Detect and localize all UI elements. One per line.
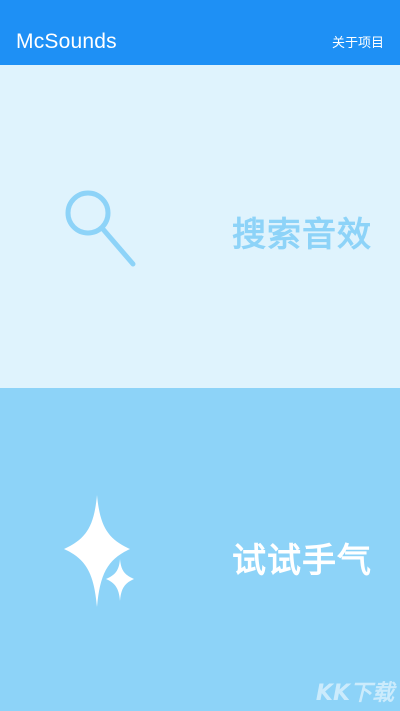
app-title: McSounds — [16, 29, 117, 53]
app-screen: McSounds 关于项目 搜索音效 试试手气 KK下载 — [0, 0, 400, 711]
status-bar — [0, 0, 400, 18]
sparkle-icon — [64, 495, 136, 607]
search-icon — [60, 185, 140, 270]
search-sounds-card[interactable]: 搜索音效 — [0, 65, 400, 388]
app-bar: McSounds 关于项目 — [0, 18, 400, 65]
about-project-button[interactable]: 关于项目 — [332, 32, 384, 51]
random-sound-card[interactable]: 试试手气 — [0, 388, 400, 711]
search-sounds-label: 搜索音效 — [232, 215, 372, 255]
watermark-logo: KK下载 — [315, 681, 394, 706]
random-sound-label: 试试手气 — [232, 541, 372, 581]
